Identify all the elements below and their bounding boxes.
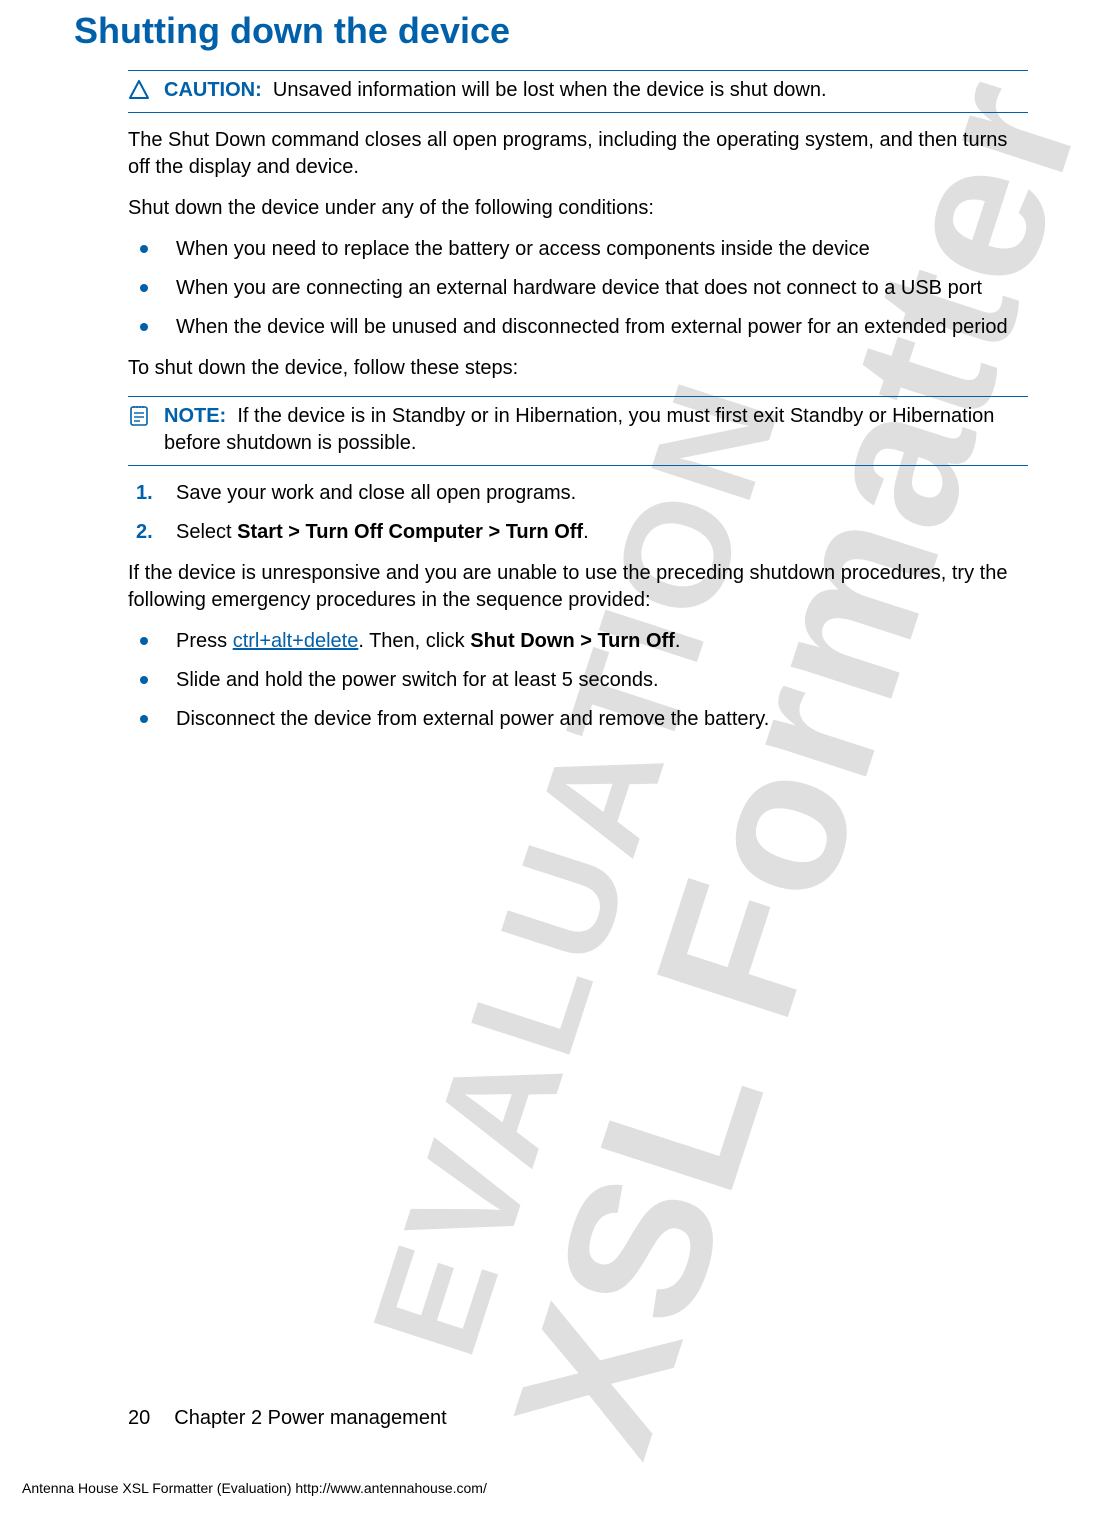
- list-item: When the device will be unused and disco…: [128, 314, 1028, 341]
- caution-icon: [128, 79, 150, 101]
- paragraph-3: To shut down the device, follow these st…: [128, 355, 1028, 382]
- list-item: When you are connecting an external hard…: [128, 275, 1028, 302]
- note-body: NOTE: If the device is in Standby or in …: [164, 403, 1028, 457]
- caution-label: CAUTION:: [164, 79, 262, 101]
- caution-body: CAUTION: Unsaved information will be los…: [164, 77, 1028, 104]
- text: .: [675, 630, 681, 652]
- bullet-list-2: Press ctrl+alt+delete. Then, click Shut …: [128, 628, 1028, 733]
- list-item: When you need to replace the battery or …: [128, 236, 1028, 263]
- step-text-pre: Select: [176, 521, 237, 543]
- page-footer: 20 Chapter 2 Power management: [128, 1407, 447, 1430]
- chapter-label: Chapter 2 Power management: [174, 1407, 446, 1429]
- note-label: NOTE:: [164, 405, 226, 427]
- caution-callout: CAUTION: Unsaved information will be los…: [128, 70, 1028, 113]
- step-text-bold: Start > Turn Off Computer > Turn Off: [237, 521, 583, 543]
- text: . Then, click: [358, 630, 470, 652]
- paragraph-1: The Shut Down command closes all open pr…: [128, 127, 1028, 181]
- list-item: Disconnect the device from external powe…: [128, 706, 1028, 733]
- text: Press: [176, 630, 233, 652]
- list-item: Slide and hold the power switch for at l…: [128, 667, 1028, 694]
- list-item: Press ctrl+alt+delete. Then, click Shut …: [128, 628, 1028, 655]
- formatter-imprint: Antenna House XSL Formatter (Evaluation)…: [22, 1480, 487, 1496]
- step-item: Save your work and close all open progra…: [128, 480, 1028, 507]
- caution-text: Unsaved information will be lost when th…: [273, 79, 827, 101]
- paragraph-4: If the device is unresponsive and you ar…: [128, 560, 1028, 614]
- page-heading: Shutting down the device: [74, 10, 1028, 52]
- note-text: If the device is in Standby or in Hibern…: [164, 405, 994, 454]
- step-text-post: .: [583, 521, 589, 543]
- bullet-list-1: When you need to replace the battery or …: [128, 236, 1028, 341]
- keyboard-shortcut-link[interactable]: ctrl+alt+delete: [233, 630, 359, 652]
- step-item: Select Start > Turn Off Computer > Turn …: [128, 519, 1028, 546]
- note-icon: [128, 405, 150, 427]
- steps-list: Save your work and close all open progra…: [128, 480, 1028, 546]
- page-number: 20: [128, 1407, 150, 1430]
- page-content: Shutting down the device CAUTION: Unsave…: [128, 0, 1028, 733]
- note-callout: NOTE: If the device is in Standby or in …: [128, 396, 1028, 466]
- paragraph-2: Shut down the device under any of the fo…: [128, 195, 1028, 222]
- text-bold: Shut Down > Turn Off: [470, 630, 675, 652]
